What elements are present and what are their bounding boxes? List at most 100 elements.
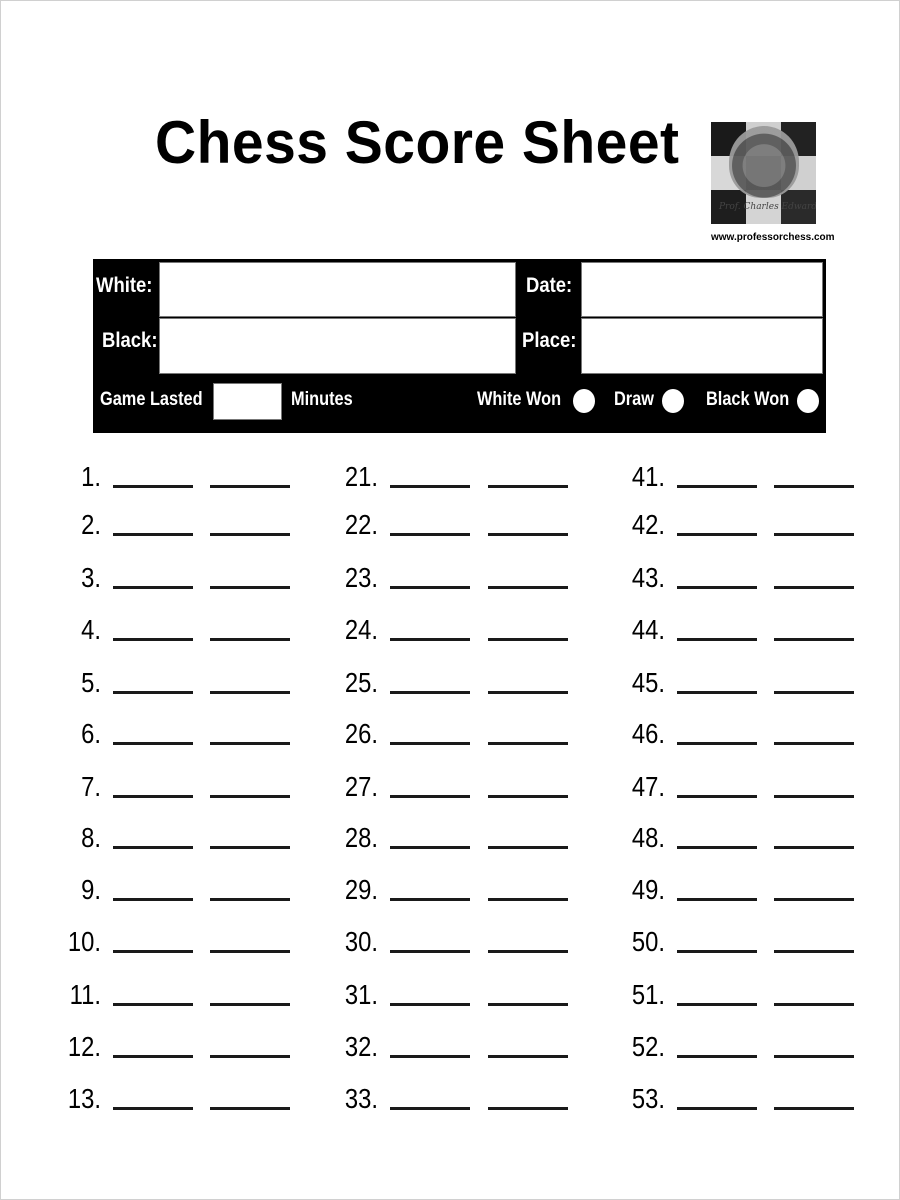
black-move-blank[interactable]	[488, 485, 568, 488]
black-move-blank[interactable]	[210, 485, 290, 488]
move-number: 21.	[344, 461, 378, 492]
black-move-blank[interactable]	[210, 846, 290, 849]
white-move-blank[interactable]	[113, 846, 193, 849]
white-move-blank[interactable]	[113, 795, 193, 798]
black-move-blank[interactable]	[488, 1055, 568, 1058]
white-move-blank[interactable]	[677, 533, 757, 536]
move-number: 30.	[344, 926, 378, 957]
white-won-radio[interactable]	[573, 389, 595, 413]
white-move-blank[interactable]	[113, 638, 193, 641]
white-player-field[interactable]	[159, 262, 516, 317]
white-move-blank[interactable]	[390, 898, 470, 901]
place-label: Place:	[522, 329, 577, 352]
black-won-label: Black Won	[706, 389, 790, 410]
white-move-blank[interactable]	[677, 1055, 757, 1058]
score-sheet-page: Chess Score Sheet Prof. Charles Edwards …	[0, 0, 900, 1200]
white-move-blank[interactable]	[113, 1055, 193, 1058]
black-move-blank[interactable]	[210, 950, 290, 953]
white-move-blank[interactable]	[677, 742, 757, 745]
white-move-blank[interactable]	[113, 898, 193, 901]
black-move-blank[interactable]	[488, 586, 568, 589]
white-move-blank[interactable]	[390, 586, 470, 589]
website-url: www.professorchess.com	[711, 232, 835, 243]
white-move-blank[interactable]	[390, 1055, 470, 1058]
white-move-blank[interactable]	[677, 950, 757, 953]
white-move-blank[interactable]	[677, 485, 757, 488]
black-move-blank[interactable]	[210, 1055, 290, 1058]
game-duration-field[interactable]	[213, 383, 282, 420]
black-move-blank[interactable]	[210, 1107, 290, 1110]
black-move-blank[interactable]	[210, 533, 290, 536]
white-move-blank[interactable]	[390, 1107, 470, 1110]
white-move-blank[interactable]	[677, 638, 757, 641]
place-field[interactable]	[581, 318, 823, 374]
black-move-blank[interactable]	[488, 846, 568, 849]
black-move-blank[interactable]	[488, 691, 568, 694]
white-move-blank[interactable]	[677, 586, 757, 589]
black-move-blank[interactable]	[488, 898, 568, 901]
white-won-label: White Won	[477, 389, 562, 410]
white-move-blank[interactable]	[113, 691, 193, 694]
black-move-blank[interactable]	[488, 638, 568, 641]
white-move-blank[interactable]	[390, 533, 470, 536]
date-field[interactable]	[581, 262, 823, 317]
white-move-blank[interactable]	[390, 638, 470, 641]
black-move-blank[interactable]	[774, 691, 854, 694]
black-move-blank[interactable]	[210, 1003, 290, 1006]
black-won-radio[interactable]	[797, 389, 819, 413]
black-move-blank[interactable]	[488, 795, 568, 798]
black-move-blank[interactable]	[774, 898, 854, 901]
draw-radio[interactable]	[662, 389, 684, 413]
white-move-blank[interactable]	[113, 950, 193, 953]
white-move-blank[interactable]	[390, 691, 470, 694]
black-move-blank[interactable]	[488, 533, 568, 536]
white-move-blank[interactable]	[677, 1003, 757, 1006]
black-move-blank[interactable]	[210, 691, 290, 694]
white-move-blank[interactable]	[390, 795, 470, 798]
white-move-blank[interactable]	[677, 691, 757, 694]
date-label: Date:	[526, 274, 573, 297]
black-move-blank[interactable]	[774, 1107, 854, 1110]
white-move-blank[interactable]	[113, 533, 193, 536]
black-move-blank[interactable]	[774, 846, 854, 849]
black-move-blank[interactable]	[774, 586, 854, 589]
white-move-blank[interactable]	[677, 1107, 757, 1110]
white-move-blank[interactable]	[113, 1107, 193, 1110]
black-move-blank[interactable]	[210, 742, 290, 745]
black-move-blank[interactable]	[774, 533, 854, 536]
white-move-blank[interactable]	[677, 898, 757, 901]
black-move-blank[interactable]	[210, 586, 290, 589]
white-move-blank[interactable]	[390, 742, 470, 745]
white-move-blank[interactable]	[390, 1003, 470, 1006]
black-move-blank[interactable]	[774, 485, 854, 488]
move-number: 3.	[81, 562, 101, 593]
chess-crown-logo-icon: Prof. Charles Edwards	[711, 122, 816, 224]
black-move-blank[interactable]	[774, 795, 854, 798]
black-move-blank[interactable]	[210, 898, 290, 901]
white-move-blank[interactable]	[390, 950, 470, 953]
move-number: 31.	[344, 979, 378, 1010]
white-move-blank[interactable]	[113, 742, 193, 745]
black-player-field[interactable]	[159, 318, 516, 374]
move-number: 6.	[81, 718, 101, 749]
black-move-blank[interactable]	[488, 1003, 568, 1006]
white-move-blank[interactable]	[113, 1003, 193, 1006]
white-move-blank[interactable]	[390, 485, 470, 488]
move-number: 9.	[81, 874, 101, 905]
move-number: 51.	[631, 979, 665, 1010]
white-move-blank[interactable]	[677, 795, 757, 798]
black-move-blank[interactable]	[774, 1003, 854, 1006]
black-move-blank[interactable]	[210, 795, 290, 798]
black-move-blank[interactable]	[774, 638, 854, 641]
black-move-blank[interactable]	[488, 950, 568, 953]
black-move-blank[interactable]	[774, 742, 854, 745]
white-move-blank[interactable]	[677, 846, 757, 849]
black-move-blank[interactable]	[488, 1107, 568, 1110]
black-move-blank[interactable]	[774, 1055, 854, 1058]
white-move-blank[interactable]	[390, 846, 470, 849]
black-move-blank[interactable]	[210, 638, 290, 641]
white-move-blank[interactable]	[113, 586, 193, 589]
black-move-blank[interactable]	[488, 742, 568, 745]
black-move-blank[interactable]	[774, 950, 854, 953]
white-move-blank[interactable]	[113, 485, 193, 488]
